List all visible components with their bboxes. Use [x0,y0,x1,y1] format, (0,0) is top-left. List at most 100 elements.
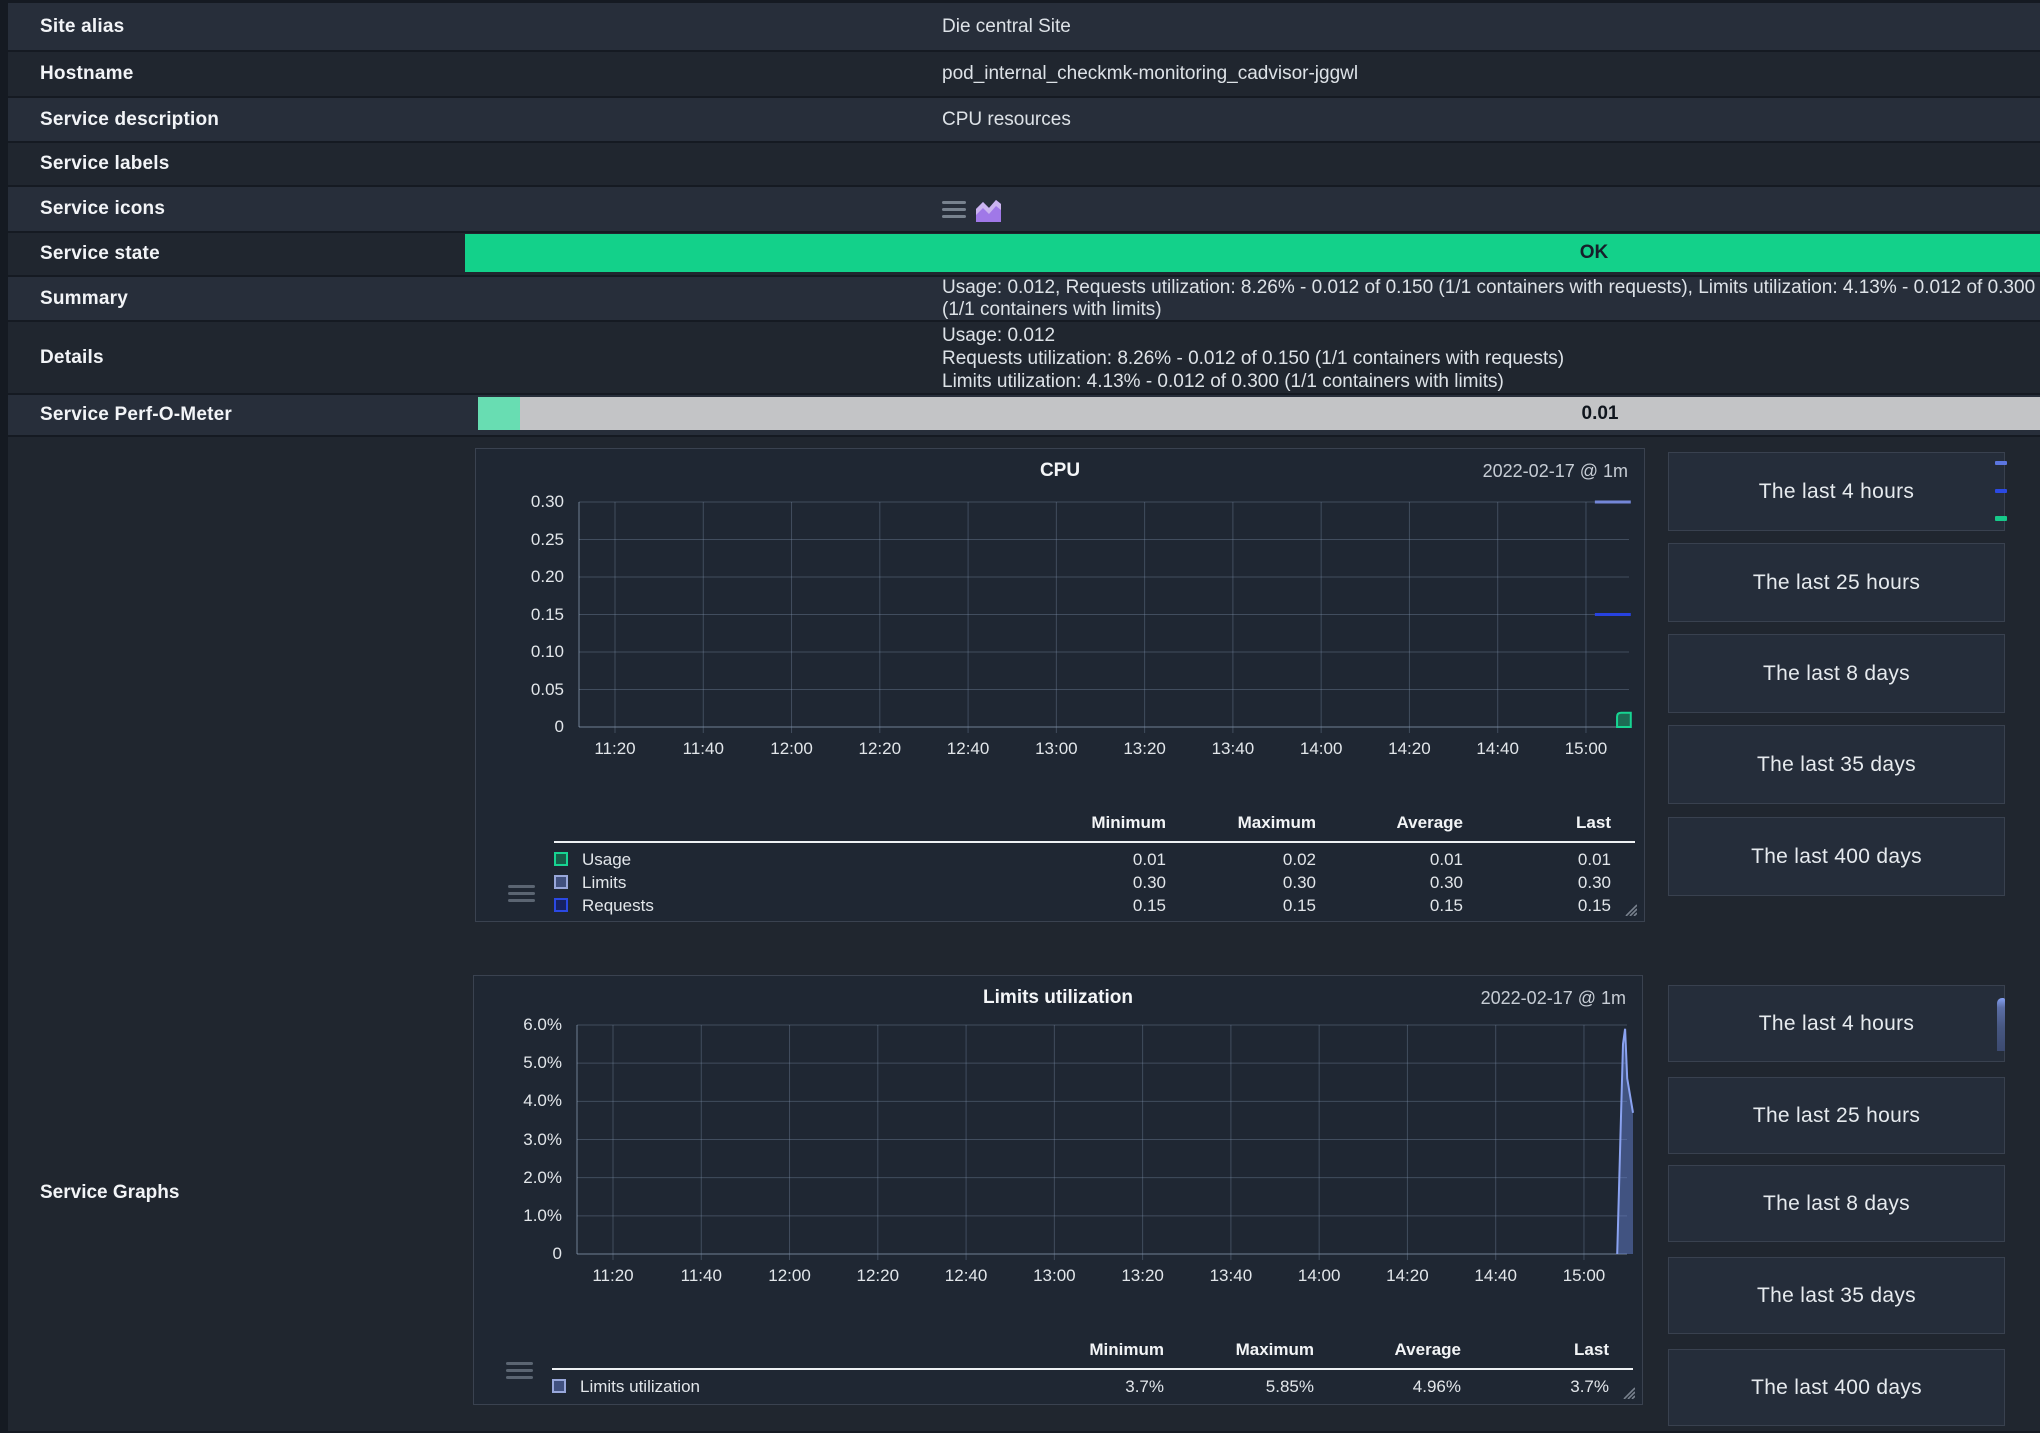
range-button-label: The last 35 days [1757,753,1916,777]
legend-column-header: Average [1313,813,1463,833]
summary-value: Usage: 0.012, Requests utilization: 8.26… [475,277,2040,320]
series-swatch-icon [554,852,568,866]
cpu-graph-x-axis: 11:2011:4012:0012:2012:4013:0013:2013:40… [579,739,1635,759]
cpu-legend-divider [554,841,1635,843]
y-tick-label: 0.30 [474,492,564,512]
limits-legend-rows: Limits utilization3.7%5.85%4.96%3.7% [474,1376,1633,1399]
x-tick-label: 14:00 [1298,1266,1341,1286]
series-stat-value: 0.02 [1166,850,1316,870]
service-icons-value [475,187,2040,231]
x-tick-label: 11:40 [683,739,724,759]
legend-column-header: Average [1311,1340,1461,1360]
limits-graph-timestamp: 2022-02-17 @ 1m [1481,988,1626,1009]
cpu-range-last-25-hours[interactable]: The last 25 hours [1668,543,2005,622]
service-detail-table: Site alias Die central Site Hostname pod… [8,0,2040,1433]
legend-row: Limits0.300.300.300.30 [476,872,1635,895]
x-tick-label: 13:20 [1121,1266,1164,1286]
service-icons-group [942,196,1002,223]
series-stat-value: 0.30 [1313,873,1463,893]
menu-icon[interactable] [942,197,966,222]
x-tick-label: 11:20 [594,739,635,759]
series-label: Usage [582,850,631,870]
x-tick-label: 13:40 [1212,739,1255,759]
x-tick-label: 13:00 [1033,1266,1076,1286]
x-tick-label: 14:20 [1386,1266,1429,1286]
range-button-label: The last 8 days [1763,1192,1910,1216]
x-tick-label: 15:00 [1563,1266,1606,1286]
cpu-graph-y-axis: 0.300.250.200.150.100.050 [474,502,564,727]
cpu-range-last-400-days[interactable]: The last 400 days [1668,817,2005,896]
x-tick-label: 12:40 [945,1266,988,1286]
x-tick-label: 13:00 [1035,739,1078,759]
limits-graph-x-axis: 11:2011:4012:0012:2012:4013:0013:2013:40… [577,1266,1633,1286]
perfometer-value: 0.01 [1582,403,1619,425]
y-tick-label: 0 [474,717,564,737]
series-stat-value: 0.01 [1313,850,1463,870]
cpu-graph-resize-handle[interactable] [1622,901,1637,916]
service-labels-value [475,143,2040,185]
y-tick-label: 6.0% [472,1015,562,1035]
series-label: Limits utilization [580,1377,700,1397]
limits-graph-grid [577,1025,1633,1262]
cpu-range-last-35-days[interactable]: The last 35 days [1668,725,2005,804]
service-graph-icon[interactable] [975,196,1002,223]
x-tick-label: 13:40 [1210,1266,1253,1286]
x-tick-label: 12:40 [947,739,990,759]
x-tick-label: 14:20 [1388,739,1431,759]
row-summary: Summary Usage: 0.012, Requests utilizati… [8,277,2040,322]
y-tick-label: 0.15 [474,605,564,625]
y-tick-label: 0.05 [474,680,564,700]
mini-spike-mark [1997,998,2005,1051]
cpu-graph-plot[interactable]: 0.300.250.200.150.100.050 11:2011:4012:0… [579,502,1635,727]
mini-usage-mark [1995,516,2007,521]
series-stat-value: 0.01 [1461,850,1611,870]
row-service-icons: Service icons [8,187,2040,233]
range-button-label: The last 8 days [1763,662,1910,686]
limits-graph-y-axis: 6.0%5.0%4.0%3.0%2.0%1.0%0 [472,1025,562,1254]
x-tick-label: 12:20 [859,739,902,759]
service-state-bar: OK [465,234,2040,272]
series-swatch-icon [554,898,568,912]
cpu-graph-title: CPU [476,460,1644,482]
y-tick-label: 4.0% [472,1091,562,1111]
y-tick-label: 3.0% [472,1130,562,1150]
y-tick-label: 0.25 [474,530,564,550]
cpu-graph-menu-icon[interactable] [508,885,535,906]
cpu-legend-rows: Usage0.010.020.010.01Limits0.300.300.300… [476,849,1635,918]
limits-graph-plot[interactable]: 6.0%5.0%4.0%3.0%2.0%1.0%0 11:2011:4012:0… [577,1025,1633,1254]
summary-label: Summary [8,277,475,320]
legend-column-header: Last [1459,1340,1609,1360]
details-line-1: Usage: 0.012 [942,324,2040,347]
series-label: Limits [582,873,626,893]
row-details: Details Usage: 0.012 Requests utilizatio… [8,322,2040,395]
limits-graph-menu-icon[interactable] [506,1362,533,1383]
cpu-range-last-4-hours[interactable]: The last 4 hours [1668,452,2005,531]
service-labels-label: Service labels [8,143,475,185]
perfometer-bar[interactable]: 0.01 [478,397,2040,430]
limits-graph-resize-handle[interactable] [1620,1384,1635,1399]
hostname-label: Hostname [8,52,475,96]
site-alias-label: Site alias [8,3,475,50]
series-label: Requests [582,896,654,916]
hostname-value: pod_internal_checkmk-monitoring_cadvisor… [475,52,2040,96]
cpu-range-last-8-days[interactable]: The last 8 days [1668,634,2005,713]
legend-row: Limits utilization3.7%5.85%4.96%3.7% [474,1376,1633,1399]
limits-range-last-35-days[interactable]: The last 35 days [1668,1257,2005,1334]
limits-range-last-8-days[interactable]: The last 8 days [1668,1165,2005,1242]
x-tick-label: 11:40 [681,1266,722,1286]
x-tick-label: 14:40 [1474,1266,1517,1286]
perfometer-label: Service Perf-O-Meter [8,395,475,435]
limits-range-last-25-hours[interactable]: The last 25 hours [1668,1077,2005,1154]
limits-graph-title: Limits utilization [474,987,1642,1009]
row-service-state: Service state OK [8,233,2040,277]
row-hostname: Hostname pod_internal_checkmk-monitoring… [8,52,2040,98]
limits-range-last-4-hours[interactable]: The last 4 hours [1668,985,2005,1062]
x-tick-label: 12:00 [768,1266,811,1286]
legend-column-header: Maximum [1164,1340,1314,1360]
y-tick-label: 0.20 [474,567,564,587]
x-tick-label: 14:40 [1476,739,1519,759]
series-stat-value: 0.30 [1016,873,1166,893]
row-site-alias: Site alias Die central Site [8,0,2040,52]
y-tick-label: 0 [472,1244,562,1264]
limits-range-last-400-days[interactable]: The last 400 days [1668,1349,2005,1426]
